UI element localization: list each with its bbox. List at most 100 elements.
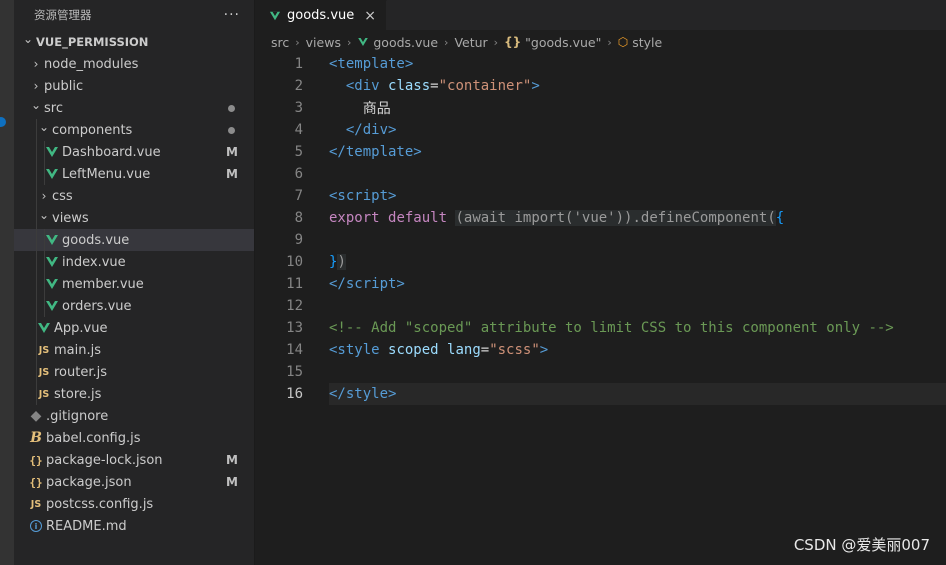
breadcrumb-file[interactable]: goods.vue <box>373 35 438 50</box>
code-line[interactable]: 13 <!-- Add "scoped" attribute to limit C… <box>255 317 946 339</box>
code-line[interactable]: 9 <box>255 229 946 251</box>
tree-folder[interactable]: › node_modules <box>14 53 254 75</box>
chevron-right-icon: › <box>444 35 449 49</box>
tree-item-label: package.json <box>46 474 132 490</box>
code-line[interactable]: 7 <script> <box>255 185 946 207</box>
code-line[interactable]: 1 <template> <box>255 53 946 75</box>
indent-guide <box>36 317 37 339</box>
tree-folder[interactable]: › css <box>14 185 254 207</box>
explorer-sidebar: 资源管理器 ··· ⌄ VUE_PERMISSION › node_modules › p… <box>14 0 255 565</box>
modified-badge: M <box>226 145 238 159</box>
tree-file[interactable]: Bbabel.config.js <box>14 427 254 449</box>
tree-item-label: App.vue <box>54 320 108 336</box>
tree-file[interactable]: {} package-lock.json M <box>14 449 254 471</box>
js-file-icon: JS <box>38 366 50 378</box>
tree-file[interactable]: index.vue <box>14 251 254 273</box>
tree-file[interactable]: {} package.json M <box>14 471 254 493</box>
info-icon: i <box>28 520 44 532</box>
code-line[interactable]: 6 <box>255 163 946 185</box>
cube-icon: ⬡ <box>617 35 629 49</box>
indent-guide <box>44 141 45 163</box>
breadcrumb-views[interactable]: views <box>306 35 341 50</box>
tree-file[interactable]: Dashboard.vue M <box>14 141 254 163</box>
vue-file-icon <box>44 147 60 157</box>
tree-item-label: .gitignore <box>46 408 109 424</box>
tree-folder[interactable]: ⌄ components <box>14 119 254 141</box>
tree-file[interactable]: JS store.js <box>14 383 254 405</box>
tree-item-label: VUE_PERMISSION <box>36 35 149 49</box>
tree-item-label: node_modules <box>44 56 139 72</box>
close-icon[interactable]: × <box>364 8 376 24</box>
tree-item-label: member.vue <box>62 276 144 292</box>
tree-item-label: package-lock.json <box>46 452 163 468</box>
indent-guide <box>36 295 37 317</box>
code-line[interactable]: 4 </div> <box>255 119 946 141</box>
tree-folder[interactable]: ⌄ views <box>14 207 254 229</box>
modified-dot-icon <box>228 104 235 112</box>
code-line[interactable]: 5 </template> <box>255 141 946 163</box>
code-line[interactable]: 15 <box>255 361 946 383</box>
code-editor[interactable]: 1 <template> 2 <div class="container"> 3 商品… <box>255 53 946 405</box>
breadcrumb-vetur[interactable]: Vetur <box>454 35 487 50</box>
tree-folder[interactable]: ⌄ VUE_PERMISSION <box>14 31 254 53</box>
line-number: 15 <box>286 364 303 380</box>
tree-item-label: router.js <box>54 364 108 380</box>
chevron-down-icon[interactable]: ⌄ <box>20 32 36 46</box>
tab-goods-vue[interactable]: goods.vue × <box>255 0 387 30</box>
tree-item-label: orders.vue <box>62 298 132 314</box>
line-source: </div> <box>345 122 397 138</box>
tree-file[interactable]: JS postcss.config.js <box>14 493 254 515</box>
vue-file-icon <box>44 169 60 179</box>
line-source: }) <box>329 254 346 270</box>
chevron-right-icon[interactable]: › <box>28 57 44 71</box>
tree-file[interactable]: JS main.js <box>14 339 254 361</box>
chevron-right-icon: › <box>493 35 499 49</box>
explorer-title: 资源管理器 <box>34 8 92 22</box>
tree-folder[interactable]: › public <box>14 75 254 97</box>
tree-item-label: postcss.config.js <box>46 496 154 512</box>
line-number: 5 <box>294 144 303 160</box>
tree-item-label: goods.vue <box>62 232 130 248</box>
code-line[interactable]: 3 商品 <box>255 97 946 119</box>
chevron-down-icon[interactable]: ⌄ <box>36 208 52 222</box>
tree-file[interactable]: LeftMenu.vue M <box>14 163 254 185</box>
tree-folder[interactable]: ⌄ src <box>14 97 254 119</box>
indent-guide <box>36 251 37 273</box>
chevron-down-icon[interactable]: ⌄ <box>36 120 52 134</box>
indent-guide <box>36 163 37 185</box>
breadcrumb-block[interactable]: "goods.vue" <box>525 35 601 50</box>
tree-file[interactable]: member.vue <box>14 273 254 295</box>
modified-badge: M <box>226 453 238 467</box>
line-source: </template> <box>329 144 422 160</box>
indent-guide <box>36 207 37 229</box>
tree-file[interactable]: i README.md <box>14 515 254 537</box>
tree-item-label: LeftMenu.vue <box>62 166 151 182</box>
chevron-right-icon[interactable]: › <box>36 189 52 203</box>
chevron-down-icon[interactable]: ⌄ <box>28 98 44 112</box>
code-line[interactable]: 10}) <box>255 251 946 273</box>
tree-file[interactable]: App.vue <box>14 317 254 339</box>
line-source: <template> <box>329 56 414 72</box>
chevron-right-icon[interactable]: › <box>28 79 44 93</box>
line-number: 16 <box>286 386 303 402</box>
breadcrumb-style[interactable]: style <box>632 35 662 50</box>
babel-file-icon: B <box>30 430 42 446</box>
modified-badge: M <box>226 475 238 489</box>
code-line[interactable]: 2 <div class="container"> <box>255 75 946 97</box>
explorer-badge-icon[interactable] <box>0 117 6 127</box>
tree-file[interactable]: JS router.js <box>14 361 254 383</box>
tree-file[interactable]: ◆ .gitignore <box>14 405 254 427</box>
activity-bar[interactable] <box>0 0 14 565</box>
code-line[interactable]: 8 export default (await import('vue')).de… <box>255 207 946 229</box>
breadcrumb-src[interactable]: src <box>271 35 289 50</box>
code-line[interactable]: 16 </style> <box>255 383 946 405</box>
tree-file[interactable]: goods.vue <box>14 229 254 251</box>
tree-file[interactable]: orders.vue <box>14 295 254 317</box>
more-actions-icon[interactable]: ··· <box>224 7 240 23</box>
tree-item-label: index.vue <box>62 254 126 270</box>
code-line[interactable]: 12 <box>255 295 946 317</box>
code-line[interactable]: 11 </script> <box>255 273 946 295</box>
code-line[interactable]: 14 <style scoped lang="scss"> <box>255 339 946 361</box>
indent-guide <box>36 229 37 251</box>
line-number: 2 <box>294 78 303 94</box>
